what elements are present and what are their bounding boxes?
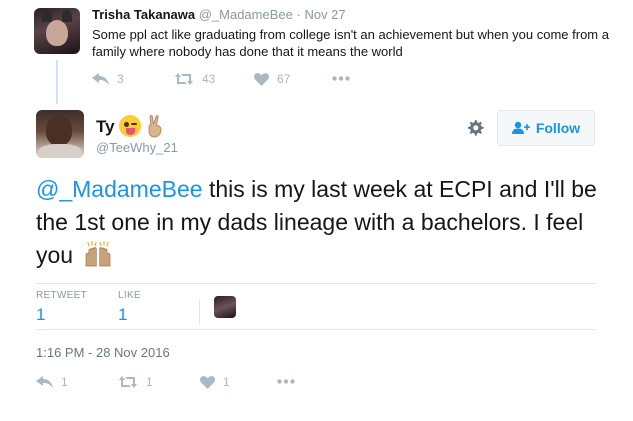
parent-handle[interactable]: @_MadameBee	[199, 7, 293, 22]
emoji-eye	[124, 122, 129, 127]
parent-like-button[interactable]: 67	[254, 72, 290, 86]
stats-top-divider	[36, 283, 596, 284]
like-stat-label: LIKE	[118, 290, 141, 301]
retweet-count: 1	[146, 375, 153, 389]
parent-avatar[interactable]	[34, 8, 80, 54]
author-name[interactable]: Ty	[96, 117, 115, 137]
heart-icon	[200, 375, 215, 389]
parent-tweet[interactable]: Trisha Takanawa @_MadameBee · Nov 27 Som…	[0, 0, 633, 100]
parent-like-count: 67	[277, 72, 291, 86]
raised-hands-emoji	[86, 241, 111, 267]
author-avatar[interactable]	[36, 110, 84, 158]
more-icon	[277, 379, 295, 384]
like-button[interactable]: 1	[200, 375, 230, 389]
tweet-timestamp: 1:16 PM - 28 Nov 2016	[36, 345, 170, 360]
parent-name[interactable]: Trisha Takanawa	[92, 7, 195, 22]
retweet-stat-count: 1	[36, 305, 46, 324]
retweet-stat[interactable]: RETWEET 1	[36, 290, 87, 325]
follow-label: Follow	[535, 120, 581, 136]
parent-reply-button[interactable]: 3	[92, 72, 124, 86]
parent-reply-count: 3	[117, 72, 124, 86]
retweet-stat-label: RETWEET	[36, 290, 87, 301]
header-separator: ·	[296, 7, 301, 22]
stats-separator	[199, 299, 200, 325]
parent-retweet-button[interactable]: 43	[174, 72, 215, 86]
more-button[interactable]	[277, 379, 295, 384]
avatar-shirt	[38, 144, 82, 158]
follow-user-icon	[511, 121, 530, 134]
liker-avatar[interactable]	[214, 296, 236, 318]
like-stat-count: 1	[118, 305, 128, 324]
parent-date[interactable]: Nov 27	[304, 7, 345, 22]
peace-sign-emoji	[148, 115, 162, 138]
parent-header: Trisha Takanawa @_MadameBee · Nov 27	[92, 7, 346, 22]
tweet-text: @_MadameBee this is my last week at ECPI…	[36, 173, 616, 272]
avatar-ear-right	[62, 10, 72, 22]
avatar-head	[46, 116, 72, 146]
author-handle[interactable]: @TeeWhy_21	[96, 140, 178, 155]
retweet-button[interactable]: 1	[118, 375, 153, 389]
reply-icon	[92, 73, 109, 85]
like-count: 1	[223, 375, 230, 389]
winking-tongue-emoji	[119, 115, 141, 137]
reply-count: 1	[61, 375, 68, 389]
parent-more-button[interactable]	[332, 76, 350, 81]
stats-bottom-divider	[36, 329, 596, 330]
follow-button[interactable]: Follow	[497, 110, 595, 146]
reply-button[interactable]: 1	[36, 375, 68, 389]
reply-icon	[36, 376, 53, 388]
gear-icon[interactable]	[464, 117, 486, 139]
emoji-wink-eye	[131, 123, 137, 125]
more-icon	[332, 76, 350, 81]
retweet-icon	[119, 376, 137, 388]
retweet-icon	[175, 73, 193, 85]
like-stat[interactable]: LIKE 1	[118, 290, 141, 325]
mention-link[interactable]: @_MadameBee	[36, 176, 203, 202]
avatar-ear-left	[42, 10, 52, 22]
heart-icon	[254, 72, 269, 86]
emoji-tongue	[126, 128, 135, 135]
avatar-face	[46, 20, 68, 46]
parent-retweet-count: 43	[202, 72, 216, 86]
parent-text: Some ppl act like graduating from colleg…	[92, 27, 609, 59]
